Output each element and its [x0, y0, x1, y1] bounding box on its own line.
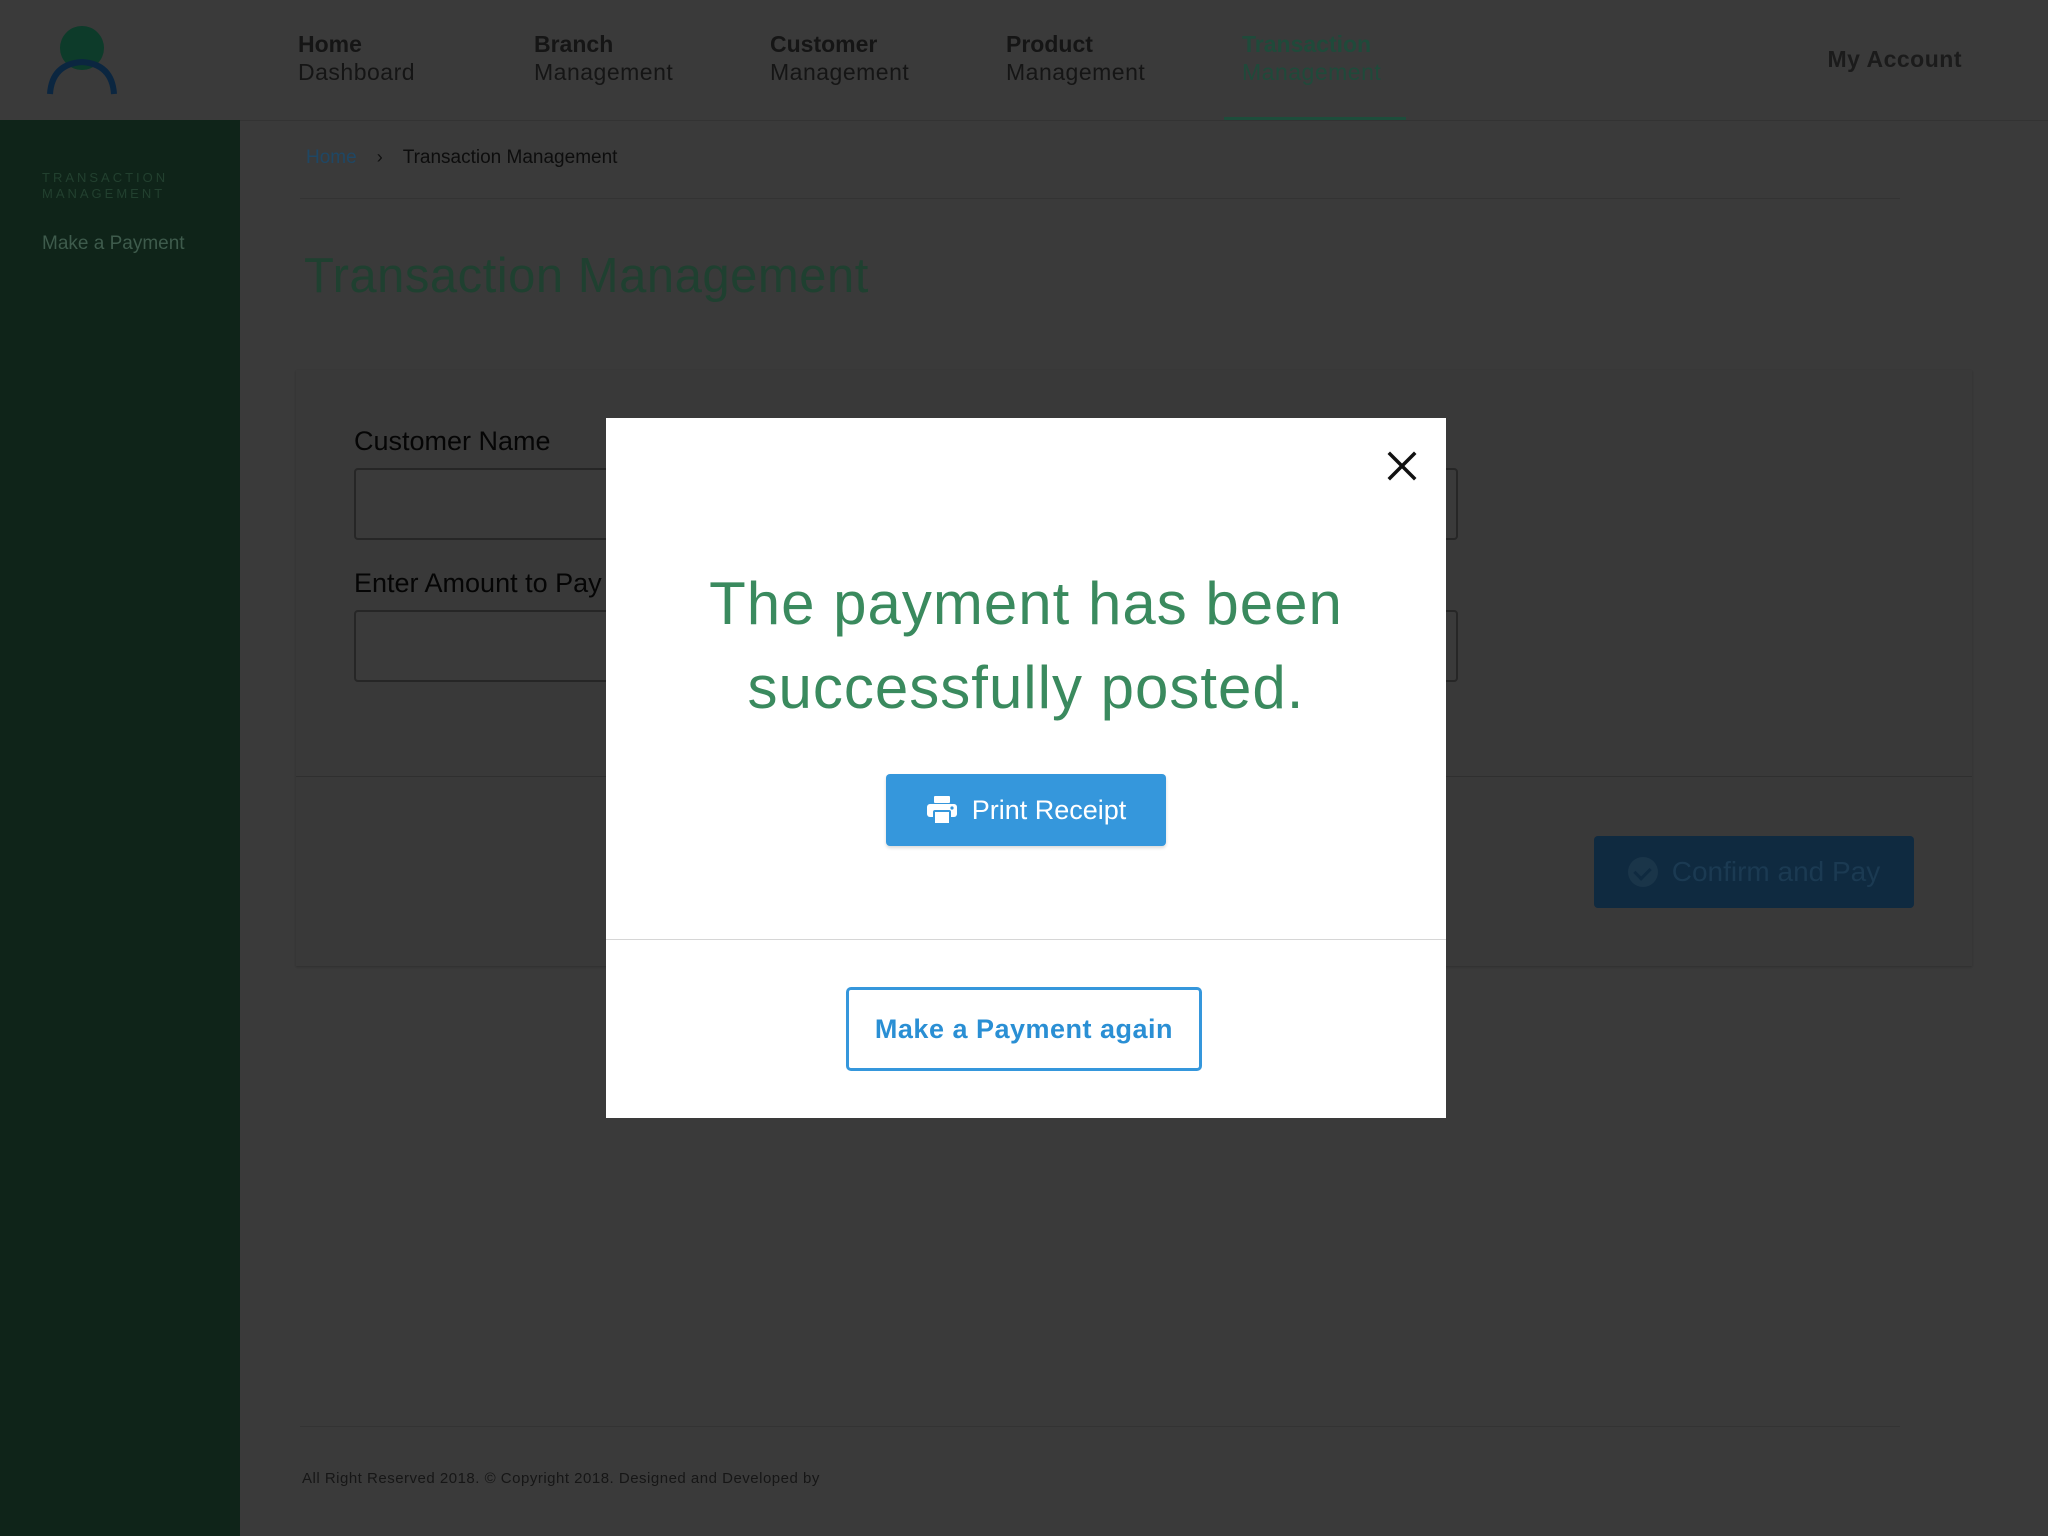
breadcrumb: Home › Transaction Management [306, 147, 617, 169]
customer-name-label: Customer Name [354, 426, 551, 456]
close-icon[interactable] [1378, 442, 1426, 490]
nav-item-line2: Management [770, 59, 910, 85]
nav-item-line1: Branch [534, 31, 614, 57]
footer-text: All Right Reserved 2018. © Copyright 201… [302, 1470, 820, 1487]
printer-icon [926, 796, 957, 825]
sidebar-heading-line2: MANAGEMENT [42, 186, 166, 201]
logo-icon [47, 26, 117, 95]
make-payment-again-button[interactable]: Make a Payment again [846, 987, 1202, 1071]
sidebar [0, 120, 240, 1536]
sidebar-item-make-a-payment[interactable]: Make a Payment [42, 233, 185, 255]
modal-divider [606, 939, 1446, 940]
breadcrumb-home-link[interactable]: Home [306, 147, 357, 168]
page-title: Transaction Management [304, 249, 869, 303]
nav-item-line1: Product [1006, 31, 1093, 57]
active-tab-indicator [1224, 117, 1406, 120]
amount-label: Enter Amount to Pay [354, 568, 602, 598]
nav-item-line2: Management [534, 59, 674, 85]
check-circle-icon [1627, 857, 1658, 887]
confirm-and-pay-button[interactable]: Confirm and Pay [1594, 836, 1914, 908]
nav-item-home-dashboard[interactable]: Home Dashboard [298, 30, 415, 86]
nav-item-customer-management[interactable]: Customer Management [770, 30, 909, 86]
nav-item-line2: Dashboard [298, 59, 416, 85]
nav-item-branch-management[interactable]: Branch Management [534, 30, 673, 86]
nav-item-line2: Management [1242, 59, 1382, 85]
success-message: The payment has been successfully posted… [606, 562, 1446, 730]
nav-item-line1: Home [298, 31, 362, 57]
footer-divider [300, 1426, 1900, 1427]
nav-item-product-management[interactable]: Product Management [1006, 30, 1145, 86]
success-message-line2: successfully posted. [747, 654, 1305, 721]
success-message-line1: The payment has been [709, 570, 1343, 637]
sidebar-heading-line1: TRANSACTION [42, 170, 169, 185]
nav-item-line1: Transaction [1242, 31, 1372, 57]
confirm-and-pay-label: Confirm and Pay [1671, 856, 1881, 887]
print-receipt-label: Print Receipt [971, 794, 1127, 825]
my-account-link[interactable]: My Account [1828, 46, 1963, 73]
nav-item-line2: Management [1006, 59, 1146, 85]
breadcrumb-divider [300, 198, 1900, 199]
nav-item-transaction-management[interactable]: Transaction Management [1242, 30, 1381, 86]
chevron-right-icon: › [376, 147, 383, 167]
breadcrumb-current: Transaction Management [402, 147, 618, 168]
sidebar-heading: TRANSACTION MANAGEMENT [42, 170, 168, 202]
nav-item-line1: Customer [770, 31, 878, 57]
print-receipt-button[interactable]: Print Receipt [886, 774, 1166, 846]
